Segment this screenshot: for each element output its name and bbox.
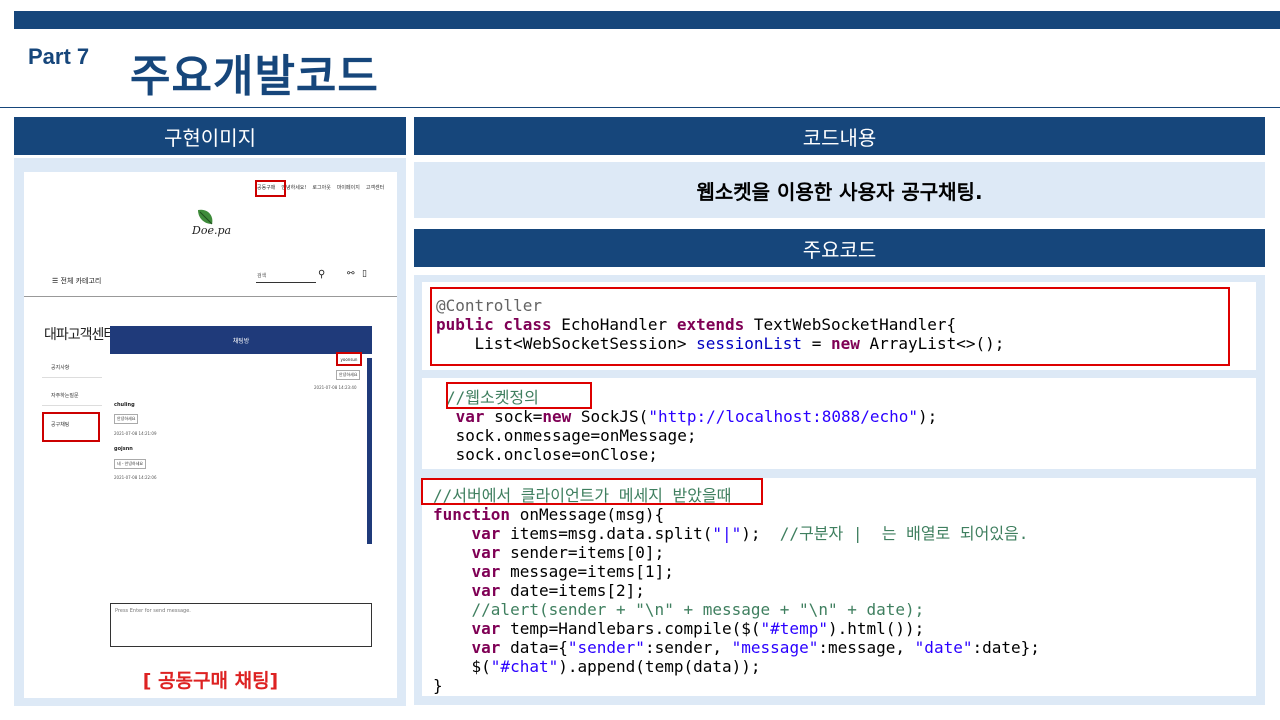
left-panel-header: 구현이미지: [14, 117, 406, 155]
search-underline: [256, 282, 316, 283]
chat-my-name: yoonsun: [336, 352, 362, 366]
chat-message-input: Press Enter for send message.: [110, 603, 372, 647]
chat-my-time: 2021-07-08 14:23:40: [314, 385, 357, 390]
search-icon: ⚲: [318, 269, 326, 280]
bag-icon: ▯: [362, 269, 367, 279]
screenshot-caption: [ 공동구매 채팅]: [142, 670, 279, 692]
main-code-header: 주요코드: [414, 229, 1265, 267]
search-placeholder: 검색: [257, 273, 267, 279]
nav-highlight-box: [255, 180, 286, 197]
nav-link-support: 고객센터: [365, 185, 385, 191]
chat-user-1: chuling: [114, 402, 135, 408]
code-description: 웹소켓을 이용한 사용자 공구채팅.: [414, 162, 1265, 218]
side-divider: [42, 405, 102, 406]
share-icon: ⚯: [347, 269, 355, 279]
customer-center-title: 대파고객센터: [44, 327, 116, 343]
implementation-screenshot: 공동구매 안녕하세요! 로그아웃 마이페이지 고객센터 Doe.pa ☰ 전체 …: [24, 172, 397, 698]
title-divider: [0, 107, 1280, 108]
top-accent-bar: [14, 11, 1280, 29]
highlight-box-controller: [430, 287, 1230, 366]
chat-my-message: 안녕하세요: [336, 370, 361, 380]
side-highlight-box: [42, 412, 100, 442]
logo-text: Doe.pa: [192, 224, 232, 237]
category-menu: ☰ 전체 카테고리: [52, 277, 102, 285]
code-block-onmessage: //서버에서 클라이언트가 메세지 받았을때 function onMessag…: [433, 486, 1040, 695]
part-label: Part 7: [28, 44, 90, 69]
code-content-header: 코드내용: [414, 117, 1265, 155]
chat-room-header: 채팅방: [110, 326, 372, 354]
screenshot-header-divider: [24, 296, 397, 297]
side-divider: [42, 377, 102, 378]
side-item-notice: 공지사항: [51, 365, 70, 371]
chat-user-2: gojsnn: [114, 446, 133, 452]
nav-link-mypage: 마이페이지: [336, 185, 360, 191]
chat-time-2: 2021-07-08 14:22:06: [114, 475, 157, 480]
chat-time-1: 2021-07-08 14:21:09: [114, 431, 157, 436]
page-title: 주요개발코드: [130, 51, 379, 102]
highlight-box-onmessage: [421, 478, 763, 505]
highlight-box-websocket: [446, 382, 592, 409]
chat-scrollbar: [367, 358, 372, 544]
side-item-faq: 자주하는질문: [51, 393, 79, 399]
chat-message-1: 안녕하세요: [114, 414, 139, 424]
chat-message-2: 네 - 안녕하세요: [114, 459, 147, 469]
nav-link-logout: 로그아웃: [312, 185, 331, 191]
